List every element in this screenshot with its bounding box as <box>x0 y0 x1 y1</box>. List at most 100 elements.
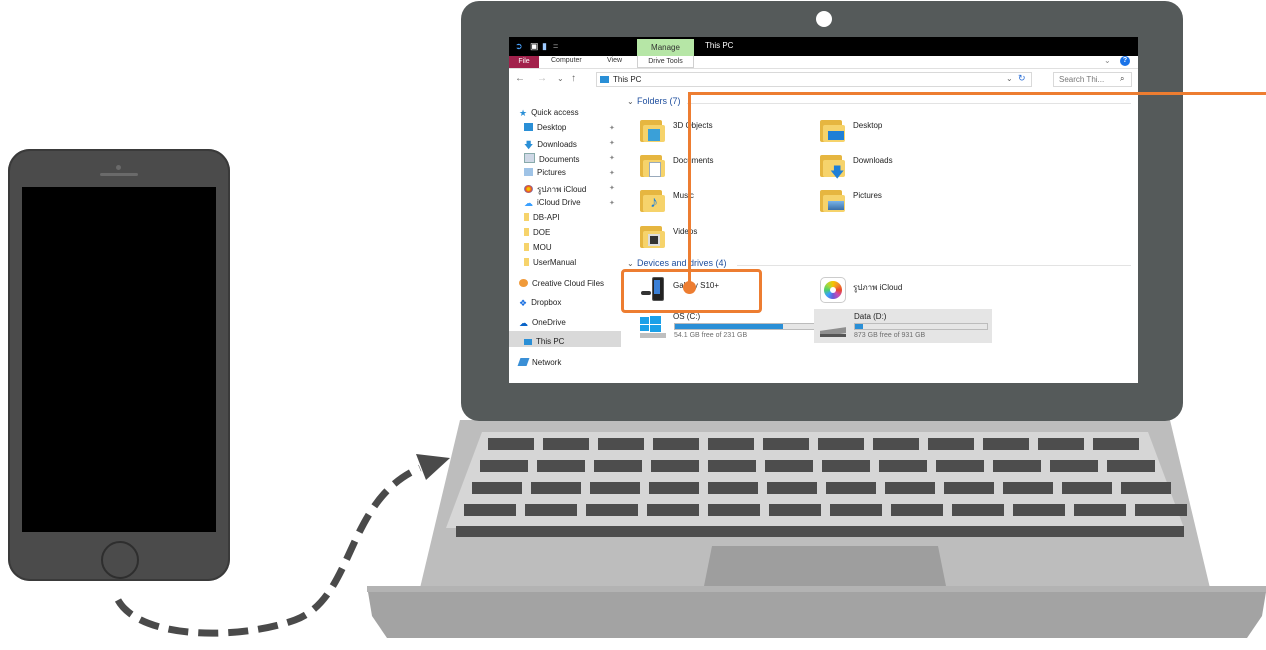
new-folder-icon[interactable]: ▮ <box>542 41 547 52</box>
folders-group-header[interactable]: Folders (7) <box>637 96 681 106</box>
back-arrow-icon[interactable]: ← <box>515 73 525 84</box>
app-icon: ➲ <box>515 41 523 51</box>
keyboard-key <box>993 460 1041 472</box>
laptop-webcam <box>816 11 832 27</box>
nav-item-documents[interactable]: Documents <box>524 153 579 167</box>
refresh-icon[interactable]: ↻ <box>1018 73 1026 84</box>
nav-label: Documents <box>539 155 580 164</box>
address-dropdown-icon[interactable]: ⌄ <box>1006 74 1013 83</box>
tab-view[interactable]: View <box>607 57 622 64</box>
search-placeholder: Search Thi... <box>1059 75 1105 84</box>
keyboard-key <box>928 438 974 450</box>
keyboard-key <box>818 438 864 450</box>
nav-item-mou[interactable]: MOU <box>524 243 552 257</box>
nav-this-pc[interactable]: This PC <box>524 337 564 351</box>
videos-folder-icon <box>640 223 666 249</box>
pin-icon[interactable]: ✦ <box>609 199 615 207</box>
nav-quick-access[interactable]: ★ Quick access <box>519 108 579 122</box>
search-input[interactable]: Search Thi... ⌕ <box>1053 72 1132 87</box>
nav-item-pictures[interactable]: Pictures <box>524 168 566 182</box>
properties-icon[interactable]: ▣ <box>530 41 539 52</box>
3d-objects-folder-icon <box>640 117 666 143</box>
nav-label: รูปภาพ iCloud <box>537 185 587 194</box>
collapse-chevron-icon[interactable]: ⌄ <box>627 97 634 106</box>
callout-line-horizontal <box>688 92 1266 95</box>
recent-locations-chevron-icon[interactable]: ⌄ <box>557 74 564 83</box>
pictures-folder-icon <box>820 187 846 213</box>
drive-usage-fill <box>855 324 863 329</box>
nav-network[interactable]: Network <box>517 358 561 372</box>
nav-label: Dropbox <box>531 298 562 307</box>
address-bar-row: ← → ⌄ ↑ This PC ⌄ ↻ Search Thi... ⌕ <box>509 69 1138 90</box>
keyboard-key <box>885 482 935 494</box>
keyboard-key <box>598 438 644 450</box>
keyboard-key <box>464 504 516 516</box>
address-field[interactable]: This PC ⌄ ↻ <box>596 72 1032 87</box>
up-arrow-icon[interactable]: ↑ <box>571 73 576 84</box>
desktop-folder-icon <box>820 117 846 143</box>
keyboard-key <box>1074 504 1126 516</box>
keyboard-key <box>936 460 984 472</box>
keyboard-key <box>649 482 699 494</box>
search-icon[interactable]: ⌕ <box>1120 74 1124 84</box>
callout-dot <box>683 281 696 294</box>
nav-label: Creative Cloud Files <box>532 279 605 288</box>
forward-arrow-icon[interactable]: → <box>537 73 547 84</box>
nav-onedrive[interactable]: ☁ OneDrive <box>519 318 566 332</box>
keyboard-key <box>543 438 589 450</box>
address-path: This PC <box>613 75 642 84</box>
pin-icon[interactable]: ✦ <box>609 184 615 192</box>
customize-toolbar-icon[interactable]: = <box>553 41 558 51</box>
keyboard-key <box>952 504 1004 516</box>
pin-icon[interactable]: ✦ <box>609 139 615 147</box>
tab-drive-tools[interactable]: Drive Tools <box>637 56 694 68</box>
nav-item-downloads[interactable]: 🡇 Downloads <box>524 138 577 152</box>
drive-c[interactable]: OS (C:) 54.1 GB free of 231 GB <box>640 312 818 343</box>
manage-context-tab[interactable]: Manage <box>637 39 694 56</box>
drive-free-space: 873 GB free of 931 GB <box>854 332 926 339</box>
folder-icon <box>524 213 529 221</box>
drive-usage-bar <box>674 323 816 330</box>
folder-label: Pictures <box>853 191 882 200</box>
tab-file[interactable]: File <box>509 56 539 68</box>
nav-item-doe[interactable]: DOE <box>524 228 550 242</box>
pin-icon[interactable]: ✦ <box>609 154 615 162</box>
ribbon-tabs: File Computer View Drive Tools ⌄ ? <box>509 56 1138 69</box>
devices-group-header[interactable]: Devices and drives (4) <box>637 258 727 268</box>
keyboard-key <box>944 482 994 494</box>
network-icon <box>517 358 530 366</box>
keyboard-key <box>708 504 760 516</box>
nav-label: iCloud Drive <box>537 198 581 207</box>
help-icon[interactable]: ? <box>1120 56 1130 66</box>
nav-label: DOE <box>533 228 551 237</box>
documents-icon <box>524 153 535 163</box>
nav-item-db-api[interactable]: DB-API <box>524 213 560 227</box>
nav-item-usermanual[interactable]: UserManual <box>524 258 576 272</box>
nav-item-icloud-photos[interactable]: รูปภาพ iCloud <box>524 183 586 197</box>
folder-icon <box>524 258 529 266</box>
pin-icon[interactable]: ✦ <box>609 169 615 177</box>
keyboard-key <box>830 504 882 516</box>
group-divider <box>737 265 1131 266</box>
nav-dropbox[interactable]: ❖ Dropbox <box>519 298 561 312</box>
computer-icon <box>524 339 532 345</box>
drive-d[interactable]: Data (D:) 873 GB free of 931 GB <box>814 309 992 343</box>
nav-label: OneDrive <box>532 318 566 327</box>
nav-creative-cloud[interactable]: Creative Cloud Files <box>519 279 604 293</box>
cloud-icon: ☁ <box>524 198 533 208</box>
expand-ribbon-icon[interactable]: ⌄ <box>1104 56 1111 65</box>
trackpad <box>704 546 946 586</box>
tab-computer[interactable]: Computer <box>551 57 582 64</box>
laptop-lid: ➲ ▣ ▮ = Manage This PC File Computer Vie… <box>461 1 1183 421</box>
keyboard-key <box>763 438 809 450</box>
pictures-icon <box>524 168 533 176</box>
collapse-chevron-icon[interactable]: ⌄ <box>627 259 634 268</box>
pin-icon[interactable]: ✦ <box>609 124 615 132</box>
nav-item-desktop[interactable]: Desktop <box>524 123 566 137</box>
keyboard-key <box>1003 482 1053 494</box>
documents-folder-icon <box>640 152 666 178</box>
keyboard-key <box>879 460 927 472</box>
file-explorer-window: ➲ ▣ ▮ = Manage This PC File Computer Vie… <box>509 37 1138 383</box>
nav-item-icloud-drive[interactable]: ☁ iCloud Drive <box>524 198 581 212</box>
nav-label: DB-API <box>533 213 560 222</box>
